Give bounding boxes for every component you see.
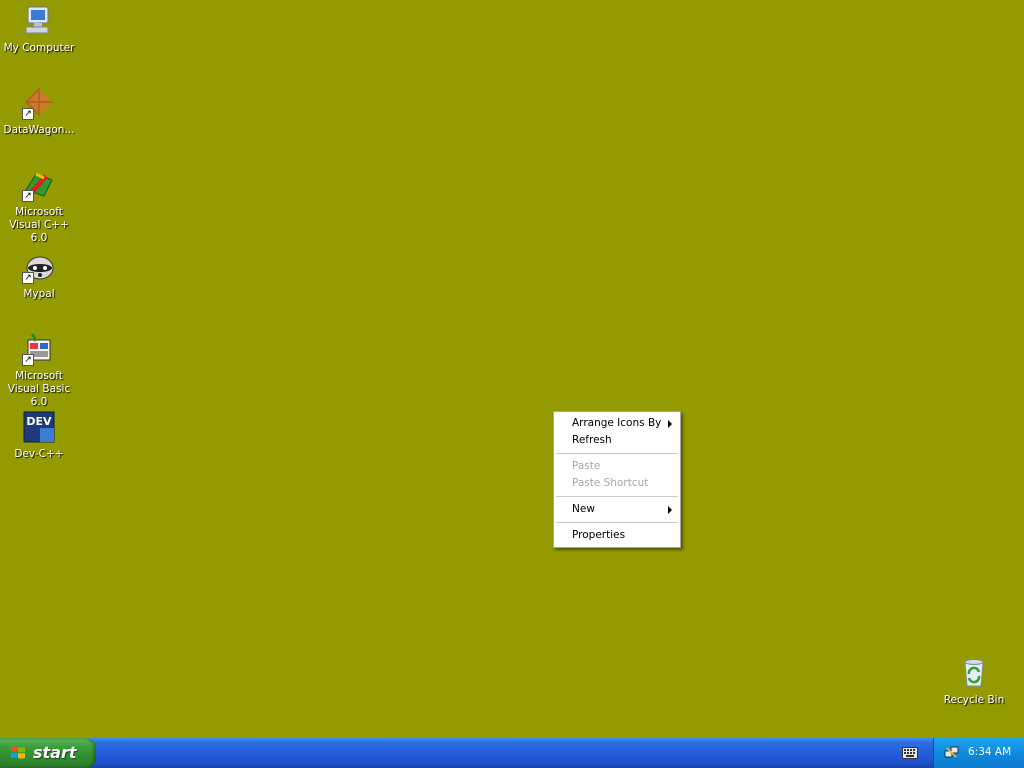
- shortcut-arrow-icon: ↗: [22, 354, 34, 366]
- dev-icon-text: DEV: [26, 415, 52, 428]
- icon-label: My Computer: [3, 42, 75, 54]
- desktop-icon-datawagon[interactable]: ↗ DataWagon...: [0, 86, 78, 137]
- taskbar-clock[interactable]: 6:34 AM: [968, 746, 1011, 758]
- windows-flag-icon: [11, 746, 25, 759]
- dev-cpp-icon: DEV: [22, 410, 56, 444]
- icon-label: Microsoft Visual Basic 6.0: [7, 370, 71, 408]
- icon-label: Microsoft Visual C++ 6.0: [9, 206, 69, 244]
- desktop-icon-my-computer[interactable]: My Computer: [0, 4, 78, 55]
- menu-item-new[interactable]: New: [554, 501, 680, 518]
- menu-item-label: Properties: [572, 529, 626, 541]
- desktop-icon-mypal[interactable]: ↗ Mypal: [0, 250, 78, 301]
- menu-item-label: New: [572, 503, 595, 515]
- menu-item-arrange-icons-by[interactable]: Arrange Icons By: [554, 415, 680, 432]
- menu-separator: [556, 522, 678, 523]
- menu-separator: [556, 496, 678, 497]
- icon-label: DataWagon...: [3, 124, 75, 136]
- menu-item-label: Arrange Icons By: [572, 417, 662, 429]
- desktop-icon-dev-cpp[interactable]: DEV Dev-C++: [0, 410, 78, 461]
- visual-basic-icon: ↗: [22, 332, 56, 366]
- keyboard-icon[interactable]: [902, 747, 918, 759]
- icon-label: Mypal: [23, 288, 55, 300]
- submenu-arrow-icon: [668, 506, 672, 514]
- start-button[interactable]: start: [0, 738, 96, 768]
- submenu-arrow-icon: [668, 420, 672, 428]
- computer-icon: [22, 4, 56, 38]
- icon-label: Dev-C++: [14, 448, 64, 460]
- recycle-bin-icon: [957, 656, 991, 690]
- menu-item-label: Paste: [572, 460, 601, 472]
- taskbar: start 6:34 AM: [0, 738, 1024, 768]
- shortcut-arrow-icon: ↗: [22, 272, 34, 284]
- desktop-icon-visual-basic[interactable]: ↗ Microsoft Visual Basic 6.0: [0, 332, 78, 409]
- icon-label: Recycle Bin: [943, 694, 1005, 706]
- menu-item-paste-shortcut[interactable]: Paste Shortcut: [554, 475, 680, 492]
- menu-item-label: Refresh: [572, 434, 612, 446]
- desktop-context-menu: Arrange Icons By Refresh Paste Paste Sho…: [553, 411, 681, 548]
- desktop[interactable]: My Computer ↗ DataWagon... ↗ Microsoft V…: [0, 0, 1024, 738]
- menu-item-properties[interactable]: Properties: [554, 527, 680, 544]
- menu-separator: [556, 453, 678, 454]
- start-label: start: [33, 743, 77, 762]
- mypal-raccoon-icon: ↗: [22, 250, 56, 284]
- menu-item-refresh[interactable]: Refresh: [554, 432, 680, 449]
- datawagon-icon: ↗: [22, 86, 56, 120]
- menu-item-label: Paste Shortcut: [572, 477, 649, 489]
- desktop-icon-recycle-bin[interactable]: Recycle Bin: [935, 656, 1013, 707]
- system-tray: 6:34 AM: [933, 738, 1024, 768]
- visual-cpp-icon: ↗: [22, 168, 56, 202]
- desktop-icon-visual-cpp[interactable]: ↗ Microsoft Visual C++ 6.0: [0, 168, 78, 245]
- shortcut-arrow-icon: ↗: [22, 190, 34, 202]
- menu-item-paste[interactable]: Paste: [554, 458, 680, 475]
- shortcut-arrow-icon: ↗: [22, 108, 34, 120]
- network-connection-icon[interactable]: [944, 745, 959, 760]
